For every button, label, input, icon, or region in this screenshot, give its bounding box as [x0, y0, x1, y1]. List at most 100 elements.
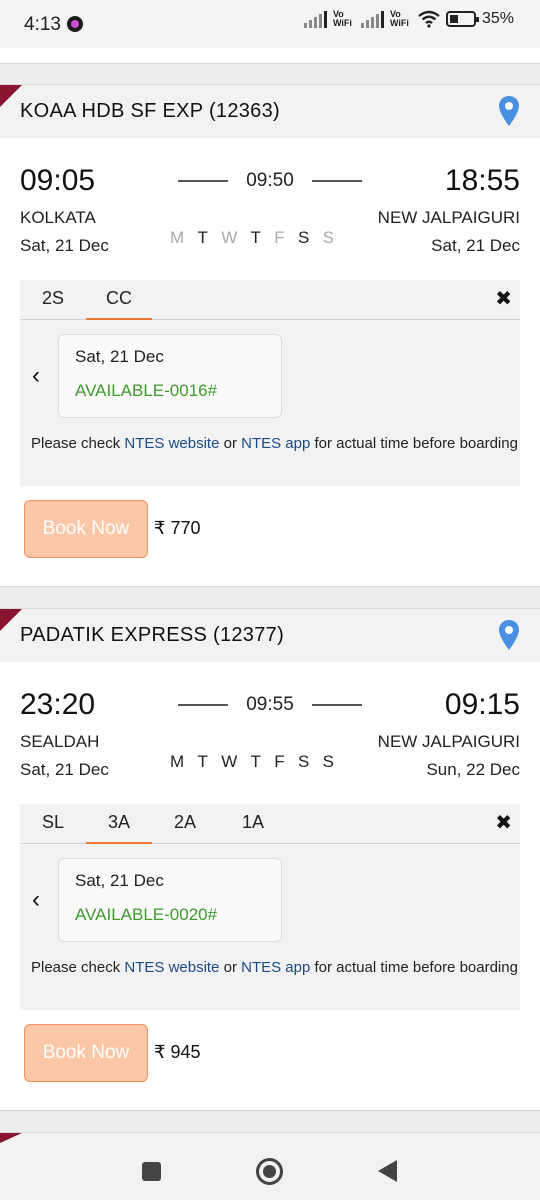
app-notification-icon: [67, 16, 83, 32]
availability-date: Sat, 21 Dec: [75, 871, 164, 890]
ntes-website-link[interactable]: NTES website: [124, 435, 219, 452]
card-divider: [0, 1110, 540, 1111]
status-right: Vo WiFi Vo WiFi 35%: [303, 9, 514, 28]
note-prefix: Please check: [31, 959, 121, 976]
booking-row: Book Now ₹ 945: [0, 1010, 540, 1110]
home-icon[interactable]: [256, 1158, 283, 1185]
ntes-app-link[interactable]: NTES app: [241, 959, 310, 976]
availability-date: Sat, 21 Dec: [75, 347, 164, 366]
corner-ribbon: [0, 85, 22, 107]
system-nav-bar: [0, 1144, 540, 1200]
day-indicator: S: [322, 228, 334, 247]
train-header: KOAA HDB SF EXP (12363): [0, 84, 540, 138]
availability-section: ‹ Sat, 21 Dec AVAILABLE-0020# Please che…: [20, 844, 520, 1010]
duration-line: [311, 704, 362, 706]
chevron-left-icon[interactable]: ‹: [32, 886, 40, 914]
day-indicator: S: [297, 752, 310, 771]
tab-class-1a[interactable]: 1A: [220, 812, 286, 833]
note-suffix: for actual time before boarding: [314, 959, 518, 976]
vowifi-label-1: Vo WiFi: [332, 9, 352, 28]
day-indicator: T: [197, 228, 208, 247]
arrival-time: 09:15: [444, 688, 520, 721]
duration-text: 09:50: [246, 170, 294, 191]
tab-class-sl[interactable]: SL: [20, 812, 86, 833]
vowifi-label-2: Vo WiFi: [389, 9, 409, 28]
to-station: NEW JALPAIGURI: [377, 208, 520, 227]
battery-level: [449, 15, 458, 23]
close-icon[interactable]: ✖: [495, 810, 512, 835]
next-card-header: [0, 1132, 540, 1144]
note-middle: or: [223, 435, 237, 452]
from-date: Sat, 21 Dec: [20, 236, 109, 255]
tab-class-2s[interactable]: 2S: [20, 288, 86, 309]
from-station: SEALDAH: [20, 732, 100, 751]
note-prefix: Please check: [31, 435, 121, 452]
book-now-button[interactable]: Book Now: [24, 500, 148, 558]
ntes-app-link[interactable]: NTES app: [241, 435, 310, 452]
tab-class-2a[interactable]: 2A: [152, 812, 218, 833]
back-icon[interactable]: [378, 1160, 397, 1182]
train-card: PADATIK EXPRESS (12377) 23:20 09:55 09:1…: [0, 608, 540, 1110]
departure-time: 23:20: [20, 688, 96, 721]
status-bar: 4:13 Vo WiFi Vo WiFi 35%: [0, 0, 540, 48]
duration: 09:50: [178, 170, 362, 192]
chevron-left-icon[interactable]: ‹: [32, 362, 40, 390]
battery-icon: [445, 11, 479, 27]
class-tabs: 2S CC ✖: [20, 280, 520, 321]
train-name: KOAA HDB SF EXP (12363): [20, 100, 280, 122]
day-indicator: F: [274, 228, 285, 247]
arrival-time: 18:55: [444, 164, 520, 197]
duration-text: 09:55: [246, 694, 294, 715]
train-times: 09:05 09:50 18:55 KOLKATA NEW JALPAIGURI…: [0, 138, 540, 280]
signal-icon: [303, 10, 327, 28]
book-now-button[interactable]: Book Now: [24, 1024, 148, 1082]
day-indicator: F: [274, 752, 285, 771]
corner-ribbon: [0, 609, 22, 631]
day-indicator: S: [297, 228, 310, 247]
availability-card[interactable]: Sat, 21 Dec AVAILABLE-0020#: [58, 858, 282, 942]
availability-section: ‹ Sat, 21 Dec AVAILABLE-0016# Please che…: [20, 320, 520, 486]
ntes-note: Please check NTES website or NTES app fo…: [20, 430, 520, 458]
ntes-note: Please check NTES website or NTES app fo…: [20, 954, 520, 982]
day-indicator: T: [197, 752, 208, 771]
location-pin-icon[interactable]: [498, 619, 520, 651]
availability-status: AVAILABLE-0016#: [75, 381, 218, 400]
from-date: Sat, 21 Dec: [20, 760, 109, 779]
day-indicator: M: [170, 228, 185, 247]
train-card: KOAA HDB SF EXP (12363) 09:05 09:50 18:5…: [0, 84, 540, 586]
duration-line: [311, 180, 362, 182]
from-station: KOLKATA: [20, 208, 96, 227]
day-indicator: T: [250, 228, 261, 247]
fare-price: ₹ 770: [154, 518, 201, 538]
ntes-website-link[interactable]: NTES website: [124, 959, 219, 976]
day-indicator: M: [170, 752, 185, 771]
train-times: 23:20 09:55 09:15 SEALDAH NEW JALPAIGURI…: [0, 662, 540, 804]
train-name: PADATIK EXPRESS (12377): [20, 624, 285, 646]
battery-percent: 35%: [481, 10, 514, 27]
note-suffix: for actual time before boarding: [314, 435, 518, 452]
tab-class-cc[interactable]: CC: [86, 288, 152, 321]
train-header: PADATIK EXPRESS (12377): [0, 608, 540, 662]
duration-line: [178, 180, 228, 182]
recent-apps-icon[interactable]: [142, 1162, 161, 1181]
status-time: 4:13: [24, 14, 61, 35]
signal-icon: [360, 10, 384, 28]
day-indicator: T: [250, 752, 261, 771]
booking-row: Book Now ₹ 770: [0, 486, 540, 586]
availability-card[interactable]: Sat, 21 Dec AVAILABLE-0016#: [58, 334, 282, 418]
corner-ribbon: [0, 1133, 22, 1143]
to-date: Sun, 22 Dec: [426, 760, 520, 779]
availability-status: AVAILABLE-0020#: [75, 905, 218, 924]
day-indicator: W: [221, 752, 238, 771]
tab-class-3a[interactable]: 3A: [86, 812, 152, 845]
fare-price: ₹ 945: [154, 1042, 201, 1062]
card-divider: [0, 586, 540, 587]
to-date: Sat, 21 Dec: [431, 236, 520, 255]
note-middle: or: [223, 959, 237, 976]
duration-line: [178, 704, 228, 706]
running-days: M T W T F S S: [170, 228, 334, 248]
location-pin-icon[interactable]: [498, 95, 520, 127]
close-icon[interactable]: ✖: [495, 286, 512, 311]
running-days: M T W T F S S: [170, 752, 334, 772]
day-indicator: S: [322, 752, 334, 771]
